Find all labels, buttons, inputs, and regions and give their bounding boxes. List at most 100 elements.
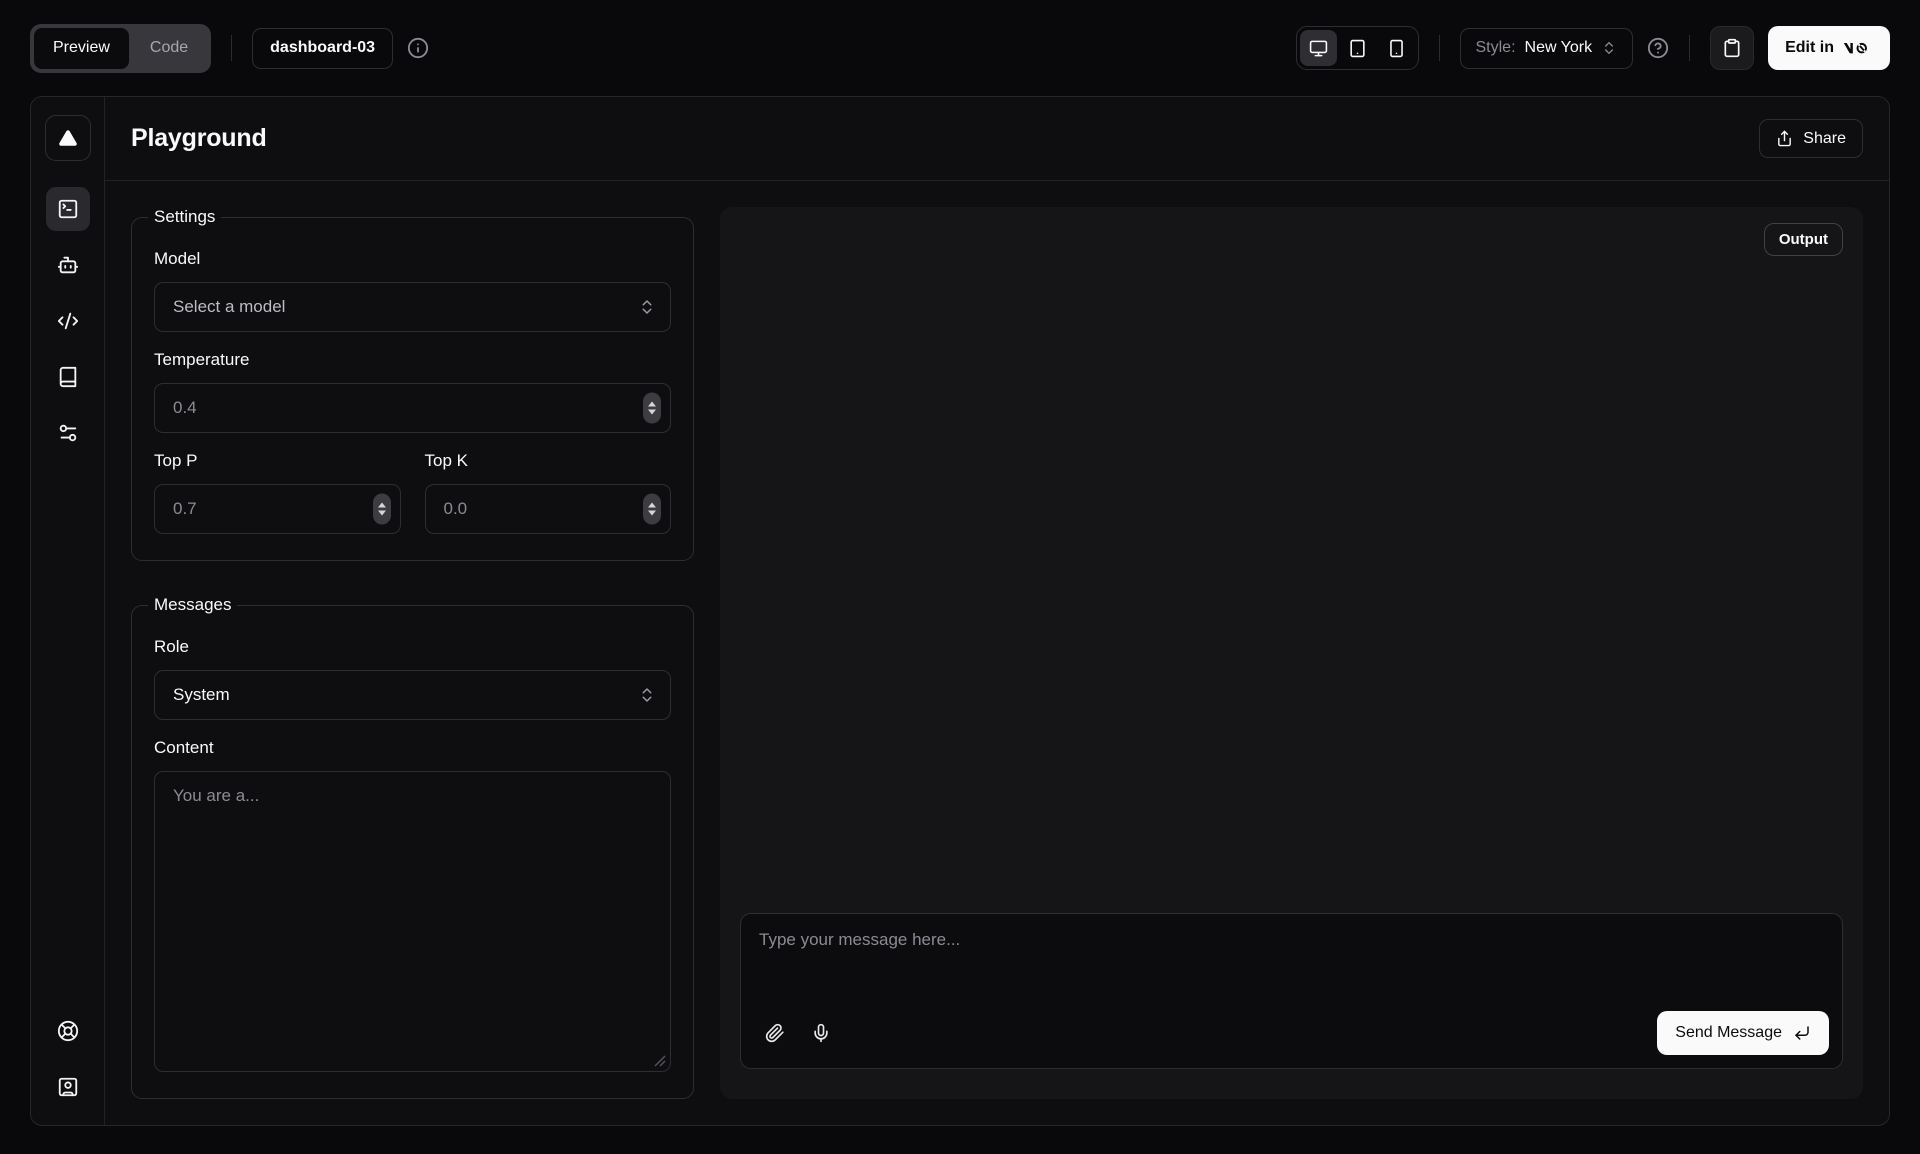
app-frame: Playground Share Settings Model Select a… xyxy=(30,96,1890,1126)
settings-sliders-icon xyxy=(57,422,79,444)
clipboard-icon xyxy=(1722,38,1742,58)
top-p-input-wrap xyxy=(154,484,401,534)
copy-code-button[interactable] xyxy=(1710,26,1754,70)
chevrons-up-down-icon xyxy=(638,686,656,704)
composer-toolbar: Send Message xyxy=(741,1011,1842,1068)
monitor-icon xyxy=(1309,39,1328,58)
help-circle-icon[interactable] xyxy=(1647,37,1669,59)
top-k-label: Top K xyxy=(425,451,672,471)
paperclip-icon xyxy=(765,1023,785,1043)
square-user-icon xyxy=(57,1076,79,1098)
sidebar-item-account[interactable] xyxy=(46,1065,90,1109)
content-label: Content xyxy=(154,738,671,758)
desktop-view-button[interactable] xyxy=(1300,30,1337,66)
role-select[interactable]: System xyxy=(154,670,671,720)
sidebar-item-documentation[interactable] xyxy=(46,355,90,399)
page-header: Playground Share xyxy=(105,97,1889,181)
code-icon xyxy=(57,310,79,332)
stepper-up-icon xyxy=(648,402,656,407)
send-message-button[interactable]: Send Message xyxy=(1657,1011,1829,1055)
chevrons-up-down-icon xyxy=(638,298,656,316)
code-tab[interactable]: Code xyxy=(131,28,207,69)
v0-playground-screen: Preview Code dashboard-03 xyxy=(0,0,1920,1154)
role-field-group: Role System xyxy=(154,637,671,720)
share-button-label: Share xyxy=(1803,130,1846,148)
toolbar-divider xyxy=(1689,35,1690,61)
send-message-label: Send Message xyxy=(1675,1024,1782,1042)
preview-tab[interactable]: Preview xyxy=(34,28,129,69)
sidebar-item-settings[interactable] xyxy=(46,411,90,455)
mobile-view-button[interactable] xyxy=(1378,30,1415,66)
content-area: Settings Model Select a model Temperatur… xyxy=(105,181,1889,1125)
configuration-column: Settings Model Select a model Temperatur… xyxy=(131,207,694,1099)
number-stepper[interactable] xyxy=(643,393,661,424)
sidebar-item-models[interactable] xyxy=(46,243,90,287)
toolbar-divider xyxy=(231,35,232,61)
top-p-input[interactable] xyxy=(155,485,400,533)
stepper-down-icon xyxy=(378,511,386,516)
stepper-up-icon xyxy=(378,503,386,508)
toolbar-left: Preview Code dashboard-03 xyxy=(30,24,429,73)
sidebar-item-help[interactable] xyxy=(46,1009,90,1053)
number-stepper[interactable] xyxy=(373,494,391,525)
style-select[interactable]: Style: New York xyxy=(1460,28,1634,69)
page-title: Playground xyxy=(131,124,267,153)
content-textarea[interactable] xyxy=(155,772,670,1071)
messages-fieldset: Messages Role System Content xyxy=(131,595,694,1099)
edit-in-label: Edit in xyxy=(1785,39,1834,57)
top-p-k-row: Top P Top K xyxy=(154,451,671,534)
stepper-down-icon xyxy=(648,410,656,415)
output-panel: Output Send Message xyxy=(720,207,1863,1099)
chevrons-up-down-icon xyxy=(1601,40,1617,56)
sidebar xyxy=(31,97,105,1125)
temperature-label: Temperature xyxy=(154,350,671,370)
attach-file-button[interactable] xyxy=(754,1012,796,1054)
project-name-badge: dashboard-03 xyxy=(252,28,393,69)
life-buoy-icon xyxy=(57,1020,79,1042)
role-label: Role xyxy=(154,637,671,657)
top-k-field-group: Top K xyxy=(425,451,672,534)
settings-legend: Settings xyxy=(148,207,221,227)
home-logo-button[interactable] xyxy=(45,115,91,161)
device-preview-toggle xyxy=(1296,26,1419,70)
book-icon xyxy=(57,366,79,388)
share-button[interactable]: Share xyxy=(1759,119,1863,158)
temperature-field-group: Temperature xyxy=(154,350,671,433)
content-field-group: Content xyxy=(154,738,671,1072)
stepper-up-icon xyxy=(648,503,656,508)
top-p-field-group: Top P xyxy=(154,451,401,534)
number-stepper[interactable] xyxy=(643,494,661,525)
toolbar-right: Style: New York Edit in xyxy=(1296,26,1891,70)
model-select[interactable]: Select a model xyxy=(154,282,671,332)
triangle-logo-icon xyxy=(57,127,79,149)
output-badge: Output xyxy=(1764,223,1843,256)
temperature-input-wrap xyxy=(154,383,671,433)
content-textarea-wrap xyxy=(154,771,671,1072)
settings-fieldset: Settings Model Select a model Temperatur… xyxy=(131,207,694,561)
top-k-input[interactable] xyxy=(426,485,671,533)
edit-in-v0-button[interactable]: Edit in xyxy=(1768,26,1890,70)
model-label: Model xyxy=(154,249,671,269)
model-select-placeholder: Select a model xyxy=(173,297,285,317)
temperature-input[interactable] xyxy=(155,384,670,432)
model-field-group: Model Select a model xyxy=(154,249,671,332)
style-select-label: Style: xyxy=(1476,39,1516,57)
message-input[interactable] xyxy=(741,914,1842,1011)
v0-logo-icon xyxy=(1843,39,1873,57)
message-composer: Send Message xyxy=(740,913,1843,1069)
share-icon xyxy=(1776,130,1793,147)
view-toggle: Preview Code xyxy=(30,24,211,73)
app-main: Playground Share Settings Model Select a… xyxy=(105,97,1889,1125)
top-toolbar: Preview Code dashboard-03 xyxy=(0,0,1920,96)
microphone-button[interactable] xyxy=(800,1012,842,1054)
smartphone-icon xyxy=(1387,39,1406,58)
info-icon[interactable] xyxy=(407,37,429,59)
sidebar-item-api[interactable] xyxy=(46,299,90,343)
toolbar-divider xyxy=(1439,35,1440,61)
messages-legend: Messages xyxy=(148,595,237,615)
tablet-view-button[interactable] xyxy=(1339,30,1376,66)
tablet-icon xyxy=(1348,39,1367,58)
role-select-value: System xyxy=(173,685,230,705)
sidebar-item-playground[interactable] xyxy=(46,187,90,231)
top-k-input-wrap xyxy=(425,484,672,534)
